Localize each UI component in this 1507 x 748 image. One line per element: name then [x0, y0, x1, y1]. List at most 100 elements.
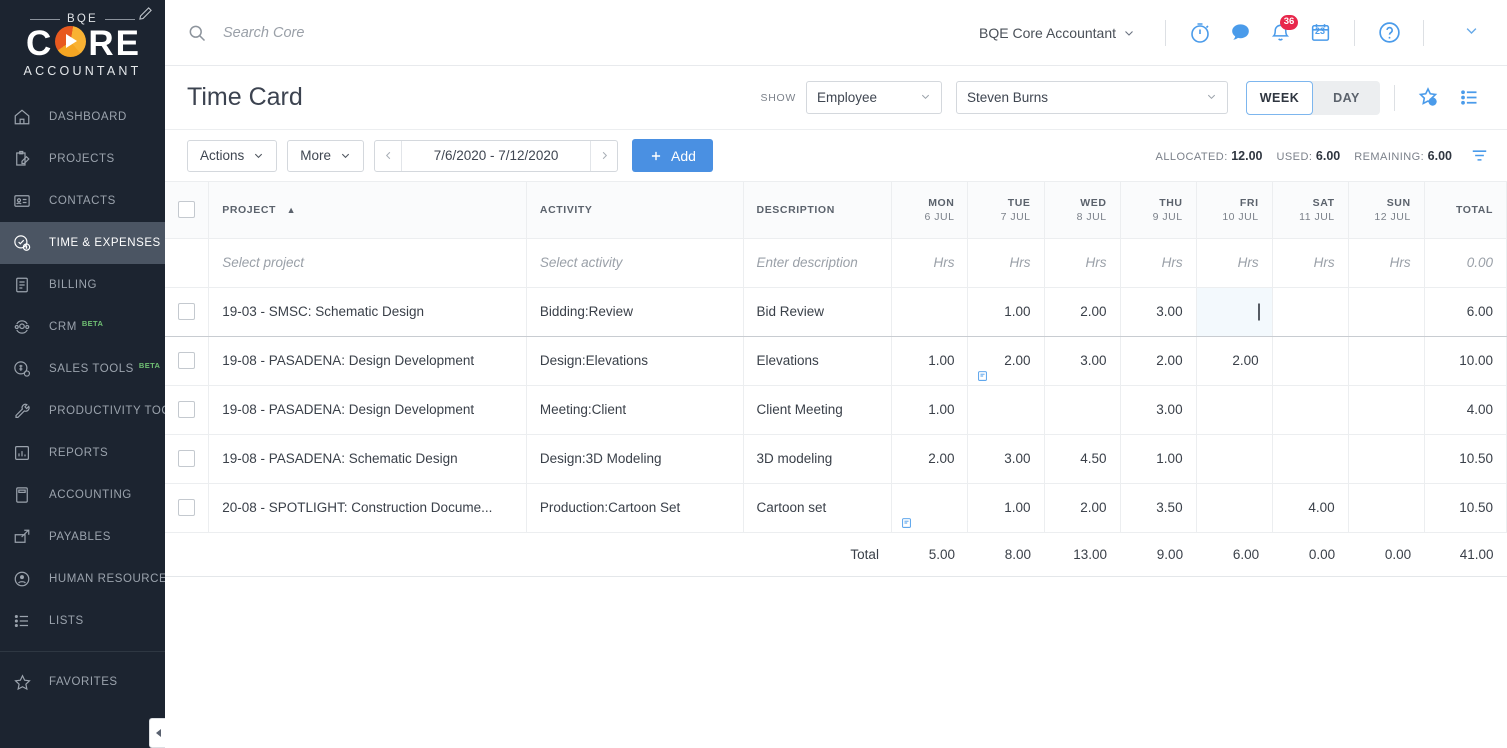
- sidebar-item-sales-tools[interactable]: SALES TOOLS BETA: [0, 348, 165, 390]
- row-checkbox[interactable]: [178, 303, 195, 320]
- hours-cell-thu[interactable]: 3.50: [1120, 483, 1196, 532]
- hours-cell-thu[interactable]: 3.00: [1120, 287, 1196, 336]
- bell-icon[interactable]: 36: [1260, 13, 1300, 53]
- activity-cell[interactable]: Design:3D Modeling: [526, 434, 743, 483]
- activity-cell[interactable]: Design:Elevations: [526, 336, 743, 385]
- row-checkbox[interactable]: [178, 499, 195, 516]
- column-header-sat[interactable]: SAT 11 JUL: [1272, 182, 1348, 238]
- hours-cell-tue[interactable]: 3.00: [968, 434, 1044, 483]
- edit-pencil-icon[interactable]: [138, 6, 153, 26]
- select-all-checkbox[interactable]: [178, 201, 195, 218]
- search-icon[interactable]: [187, 23, 207, 43]
- row-checkbox[interactable]: [178, 450, 195, 467]
- note-icon[interactable]: [901, 517, 912, 529]
- hours-cell-sat[interactable]: [1272, 434, 1348, 483]
- new-hours-cell-sun[interactable]: Hrs: [1348, 238, 1424, 287]
- hours-cell-sat[interactable]: 4.00: [1272, 483, 1348, 532]
- project-cell[interactable]: 20-08 - SPOTLIGHT: Construction Docume..…: [209, 483, 527, 532]
- show-type-select[interactable]: Employee: [806, 81, 942, 114]
- timer-icon[interactable]: [1180, 13, 1220, 53]
- calendar-icon[interactable]: 23: [1300, 13, 1340, 53]
- description-cell[interactable]: Elevations: [743, 336, 892, 385]
- column-header-activity[interactable]: ACTIVITY: [526, 182, 743, 238]
- employee-select[interactable]: Steven Burns: [956, 81, 1228, 114]
- new-hours-cell-wed[interactable]: Hrs: [1044, 238, 1120, 287]
- new-hours-cell-mon[interactable]: Hrs: [892, 238, 968, 287]
- hours-cell-sun[interactable]: [1348, 385, 1424, 434]
- add-button[interactable]: Add: [632, 139, 713, 172]
- project-cell[interactable]: 19-08 - PASADENA: Design Development: [209, 336, 527, 385]
- hours-cell-fri[interactable]: 2.00: [1196, 336, 1272, 385]
- sidebar-item-lists[interactable]: LISTS: [0, 600, 165, 642]
- new-activity-cell[interactable]: Select activity: [526, 238, 743, 287]
- new-project-cell[interactable]: Select project: [209, 238, 527, 287]
- column-header-tue[interactable]: TUE 7 JUL: [968, 182, 1044, 238]
- hours-cell-sat[interactable]: [1272, 336, 1348, 385]
- sidebar-item-contacts[interactable]: CONTACTS: [0, 180, 165, 222]
- hours-cell-wed[interactable]: [1044, 385, 1120, 434]
- hours-cell-mon[interactable]: 1.00: [892, 336, 968, 385]
- view-toggle-week[interactable]: WEEK: [1246, 81, 1313, 115]
- hours-cell-sat[interactable]: [1272, 385, 1348, 434]
- column-header-thu[interactable]: THU 9 JUL: [1120, 182, 1196, 238]
- project-cell[interactable]: 19-08 - PASADENA: Schematic Design: [209, 434, 527, 483]
- hours-cell-sun[interactable]: [1348, 287, 1424, 336]
- chat-icon[interactable]: [1220, 13, 1260, 53]
- next-week-button[interactable]: [591, 141, 617, 171]
- hours-cell-tue[interactable]: [968, 385, 1044, 434]
- hours-cell-thu[interactable]: 3.00: [1120, 385, 1196, 434]
- row-checkbox[interactable]: [178, 352, 195, 369]
- sidebar-collapse-button[interactable]: [149, 718, 165, 748]
- hours-cell-fri[interactable]: [1196, 483, 1272, 532]
- new-entry-row[interactable]: Select projectSelect activityEnter descr…: [165, 238, 1507, 287]
- view-toggle-day[interactable]: DAY: [1313, 81, 1380, 115]
- global-search[interactable]: [187, 23, 979, 43]
- hours-cell-mon[interactable]: 1.00: [892, 385, 968, 434]
- app-logo[interactable]: BQE CRE ACCOUNTANT: [0, 0, 165, 86]
- activity-cell[interactable]: Production:Cartoon Set: [526, 483, 743, 532]
- hours-cell-mon[interactable]: [892, 287, 968, 336]
- activity-cell[interactable]: Bidding:Review: [526, 287, 743, 336]
- hours-cell-fri[interactable]: [1196, 434, 1272, 483]
- column-header-description[interactable]: DESCRIPTION: [743, 182, 892, 238]
- note-icon[interactable]: [977, 370, 988, 382]
- new-hours-cell-fri[interactable]: Hrs: [1196, 238, 1272, 287]
- column-header-sun[interactable]: SUN 12 JUL: [1348, 182, 1424, 238]
- sidebar-item-time-and-expenses[interactable]: TIME & EXPENSES: [0, 222, 165, 264]
- actions-button[interactable]: Actions: [187, 140, 277, 172]
- new-hours-cell-sat[interactable]: Hrs: [1272, 238, 1348, 287]
- hours-cell-sun[interactable]: [1348, 483, 1424, 532]
- description-cell[interactable]: Cartoon set: [743, 483, 892, 532]
- sidebar-item-favorites[interactable]: FAVORITES: [0, 661, 165, 703]
- hours-cell-wed[interactable]: 2.00: [1044, 287, 1120, 336]
- add-to-favorites-icon[interactable]: [1409, 78, 1449, 118]
- new-hours-cell-tue[interactable]: Hrs: [968, 238, 1044, 287]
- description-cell[interactable]: 3D modeling: [743, 434, 892, 483]
- hours-cell-wed[interactable]: 4.50: [1044, 434, 1120, 483]
- hours-cell-wed[interactable]: 3.00: [1044, 336, 1120, 385]
- hours-cell-sat[interactable]: [1272, 287, 1348, 336]
- hours-cell-mon[interactable]: 2.00: [892, 434, 968, 483]
- filter-icon[interactable]: [1470, 146, 1489, 165]
- column-header-wed[interactable]: WED 8 JUL: [1044, 182, 1120, 238]
- sidebar-item-billing[interactable]: BILLING: [0, 264, 165, 306]
- sidebar-item-projects[interactable]: PROJECTS: [0, 138, 165, 180]
- previous-week-button[interactable]: [375, 141, 401, 171]
- sidebar-item-human-resources[interactable]: HUMAN RESOURCES: [0, 558, 165, 600]
- view-options-icon[interactable]: [1449, 78, 1489, 118]
- table-row[interactable]: 19-03 - SMSC: Schematic DesignBidding:Re…: [165, 287, 1507, 336]
- table-row[interactable]: 20-08 - SPOTLIGHT: Construction Docume..…: [165, 483, 1507, 532]
- description-cell[interactable]: Bid Review: [743, 287, 892, 336]
- sidebar-item-dashboard[interactable]: DASHBOARD: [0, 96, 165, 138]
- help-icon[interactable]: [1369, 13, 1409, 53]
- project-cell[interactable]: 19-08 - PASADENA: Design Development: [209, 385, 527, 434]
- row-checkbox[interactable]: [178, 401, 195, 418]
- hours-cell-sun[interactable]: [1348, 336, 1424, 385]
- sidebar-item-accounting[interactable]: ACCOUNTING: [0, 474, 165, 516]
- activity-cell[interactable]: Meeting:Client: [526, 385, 743, 434]
- column-header-fri[interactable]: FRI 10 JUL: [1196, 182, 1272, 238]
- table-row[interactable]: 19-08 - PASADENA: Design DevelopmentDesi…: [165, 336, 1507, 385]
- new-hours-cell-thu[interactable]: Hrs: [1120, 238, 1196, 287]
- description-cell[interactable]: Client Meeting: [743, 385, 892, 434]
- hours-cell-wed[interactable]: 2.00: [1044, 483, 1120, 532]
